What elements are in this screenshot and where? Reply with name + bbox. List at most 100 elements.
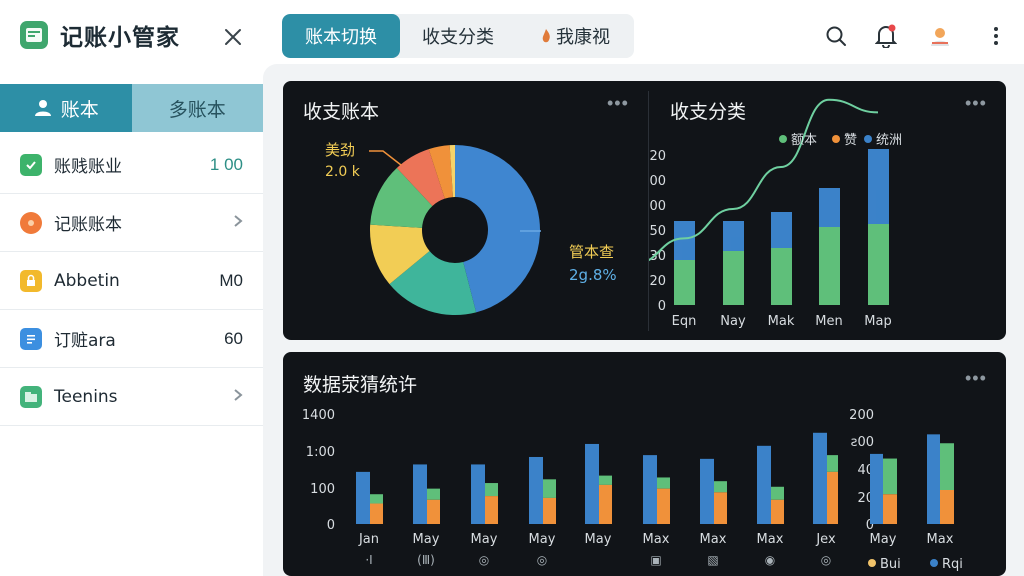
bar-orange [940, 490, 954, 524]
list-item-value: 60 [224, 328, 243, 348]
bar-green [485, 483, 498, 497]
pie-annotation-label: 美劲 [325, 141, 355, 159]
x-tick-label: Eqn [672, 314, 697, 329]
tab-label: 账本切换 [305, 27, 377, 48]
list-item[interactable]: 记账账本 [0, 194, 263, 252]
list-item[interactable]: 订赃ara 60 [0, 310, 263, 368]
user-icon [33, 98, 53, 118]
y-tick-label: 100 [649, 174, 666, 189]
search-icon[interactable] [820, 20, 852, 52]
bar-green [714, 481, 727, 493]
avatar[interactable] [924, 20, 956, 52]
x-tick-label: Max [643, 532, 670, 547]
bar-orange [543, 497, 556, 524]
list-item[interactable]: Abbetin M0 [0, 252, 263, 310]
list-item-label: 账贱账业 [54, 157, 122, 177]
bar-green [771, 486, 784, 500]
sidebar-tabs: 账本 多账本 [0, 84, 263, 132]
bar-blue [870, 453, 883, 524]
bell-icon[interactable] [870, 20, 902, 52]
sidebar-tab-multi-ledger[interactable]: 多账本 [131, 84, 263, 132]
x-tick-label: Max [700, 532, 727, 547]
legend-swatch [930, 559, 938, 567]
y-tick-label: 200 [849, 408, 874, 423]
bar-orange [427, 499, 440, 524]
flame-icon [540, 28, 552, 44]
bar-blue [927, 434, 940, 524]
list-item-value: 1 00 [209, 154, 243, 174]
x-tick-label: Jan [358, 532, 379, 547]
mini-bar-chart: 02040ƨ00200May MaxBui Rqi [849, 408, 963, 572]
legend-label: Rqi [942, 557, 963, 572]
y-tick-label: 20 [649, 274, 666, 289]
ledger-list: 账贱账业 1 00 记账账本 Abbetin M0 订赃ara 60 Teeni… [0, 136, 263, 426]
bar-green [427, 488, 440, 500]
x-tick-label: Men [815, 314, 842, 329]
close-icon[interactable] [220, 24, 246, 50]
bar-green [370, 494, 383, 504]
y-tick-label: ƨ00 [851, 435, 874, 450]
legend-label: 赞 [844, 133, 857, 148]
list-item-value: M0 [219, 270, 243, 290]
bar-green [771, 248, 792, 305]
folder-icon [20, 385, 42, 408]
y-tick-label: 1400 [302, 408, 335, 423]
list-item-label: 订赃ara [54, 331, 116, 351]
lock-icon [20, 269, 42, 292]
x-tick-label: May [471, 532, 498, 547]
bar-orange [370, 503, 383, 524]
bar-blue [471, 464, 485, 524]
bar-blue [529, 456, 543, 524]
bar-blue [682, 242, 695, 260]
pie-annotation-label: 管本查 [569, 243, 614, 261]
sidebar: 记账小管家 账本 多账本 账贱账业 1 00 记账账本 Abbetin M0 订… [0, 0, 263, 576]
bar-orange [485, 496, 498, 524]
tab-ledger-switch[interactable]: 账本切换 [282, 14, 400, 58]
x-tick-label: Max [757, 532, 784, 547]
tab-overview[interactable]: 我康视 [516, 14, 634, 58]
x-tick-label: Nay [720, 314, 746, 329]
bar-blue [356, 471, 370, 524]
list-item-label: Teenins [54, 386, 118, 407]
y-tick-label: 0 [658, 299, 666, 314]
tab-label: 我康视 [556, 27, 610, 48]
top-actions [820, 20, 1010, 52]
bar-green [940, 443, 954, 490]
chevron-right-icon [233, 212, 243, 233]
bar-orange [771, 499, 784, 524]
tab-category[interactable]: 收支分类 [400, 14, 516, 58]
list-item[interactable]: 账贱账业 1 00 [0, 136, 263, 194]
sidebar-tab-label: 多账本 [168, 98, 226, 121]
bar-blue [413, 464, 427, 524]
x-tick-label: Mak [768, 314, 795, 329]
sidebar-tab-label: 账本 [60, 98, 99, 121]
x-sub-label: ▣ [650, 553, 661, 567]
y-tick-label: 0 [327, 518, 335, 533]
sidebar-tab-ledger[interactable]: 账本 [0, 84, 132, 132]
stats-bar-chart: 0 100 1:00 1400 Jan ·Ⅰ May (Ⅲ) May ◎ May ◎ May Max ▣ Ma… [302, 408, 838, 567]
legend-label: Bui [880, 557, 901, 572]
tab-label: 收支分类 [422, 27, 494, 48]
bar-blue [819, 188, 840, 227]
x-tick-label: May [529, 532, 556, 547]
pie-chart: 美劲 2.0 k 管本查 2g.8% [325, 141, 617, 315]
bar-blue [700, 458, 714, 524]
legend-swatch [832, 135, 840, 143]
y-tick-label: 50 [649, 224, 666, 239]
bar-green [723, 251, 744, 305]
x-sub-label: ◎ [821, 553, 831, 567]
brand: 记账小管家 [20, 18, 180, 52]
check-shield-icon [20, 153, 42, 176]
list-item[interactable]: Teenins [0, 368, 263, 426]
y-tick-label: 30 [649, 249, 666, 264]
x-sub-label: ▧ [707, 553, 718, 567]
bar-green [868, 224, 889, 305]
x-sub-label: ◎ [537, 553, 547, 567]
x-tick-label: Max [927, 532, 954, 547]
list-item-label: 记账账本 [54, 215, 122, 235]
series-line [649, 98, 879, 262]
bar-blue [585, 443, 599, 524]
more-vertical-icon[interactable] [980, 20, 1012, 52]
bar-orange [883, 494, 897, 524]
combo-chart: 02030501001001:20JanEqnNayMakMenMap额本赞统洲 [649, 98, 902, 329]
